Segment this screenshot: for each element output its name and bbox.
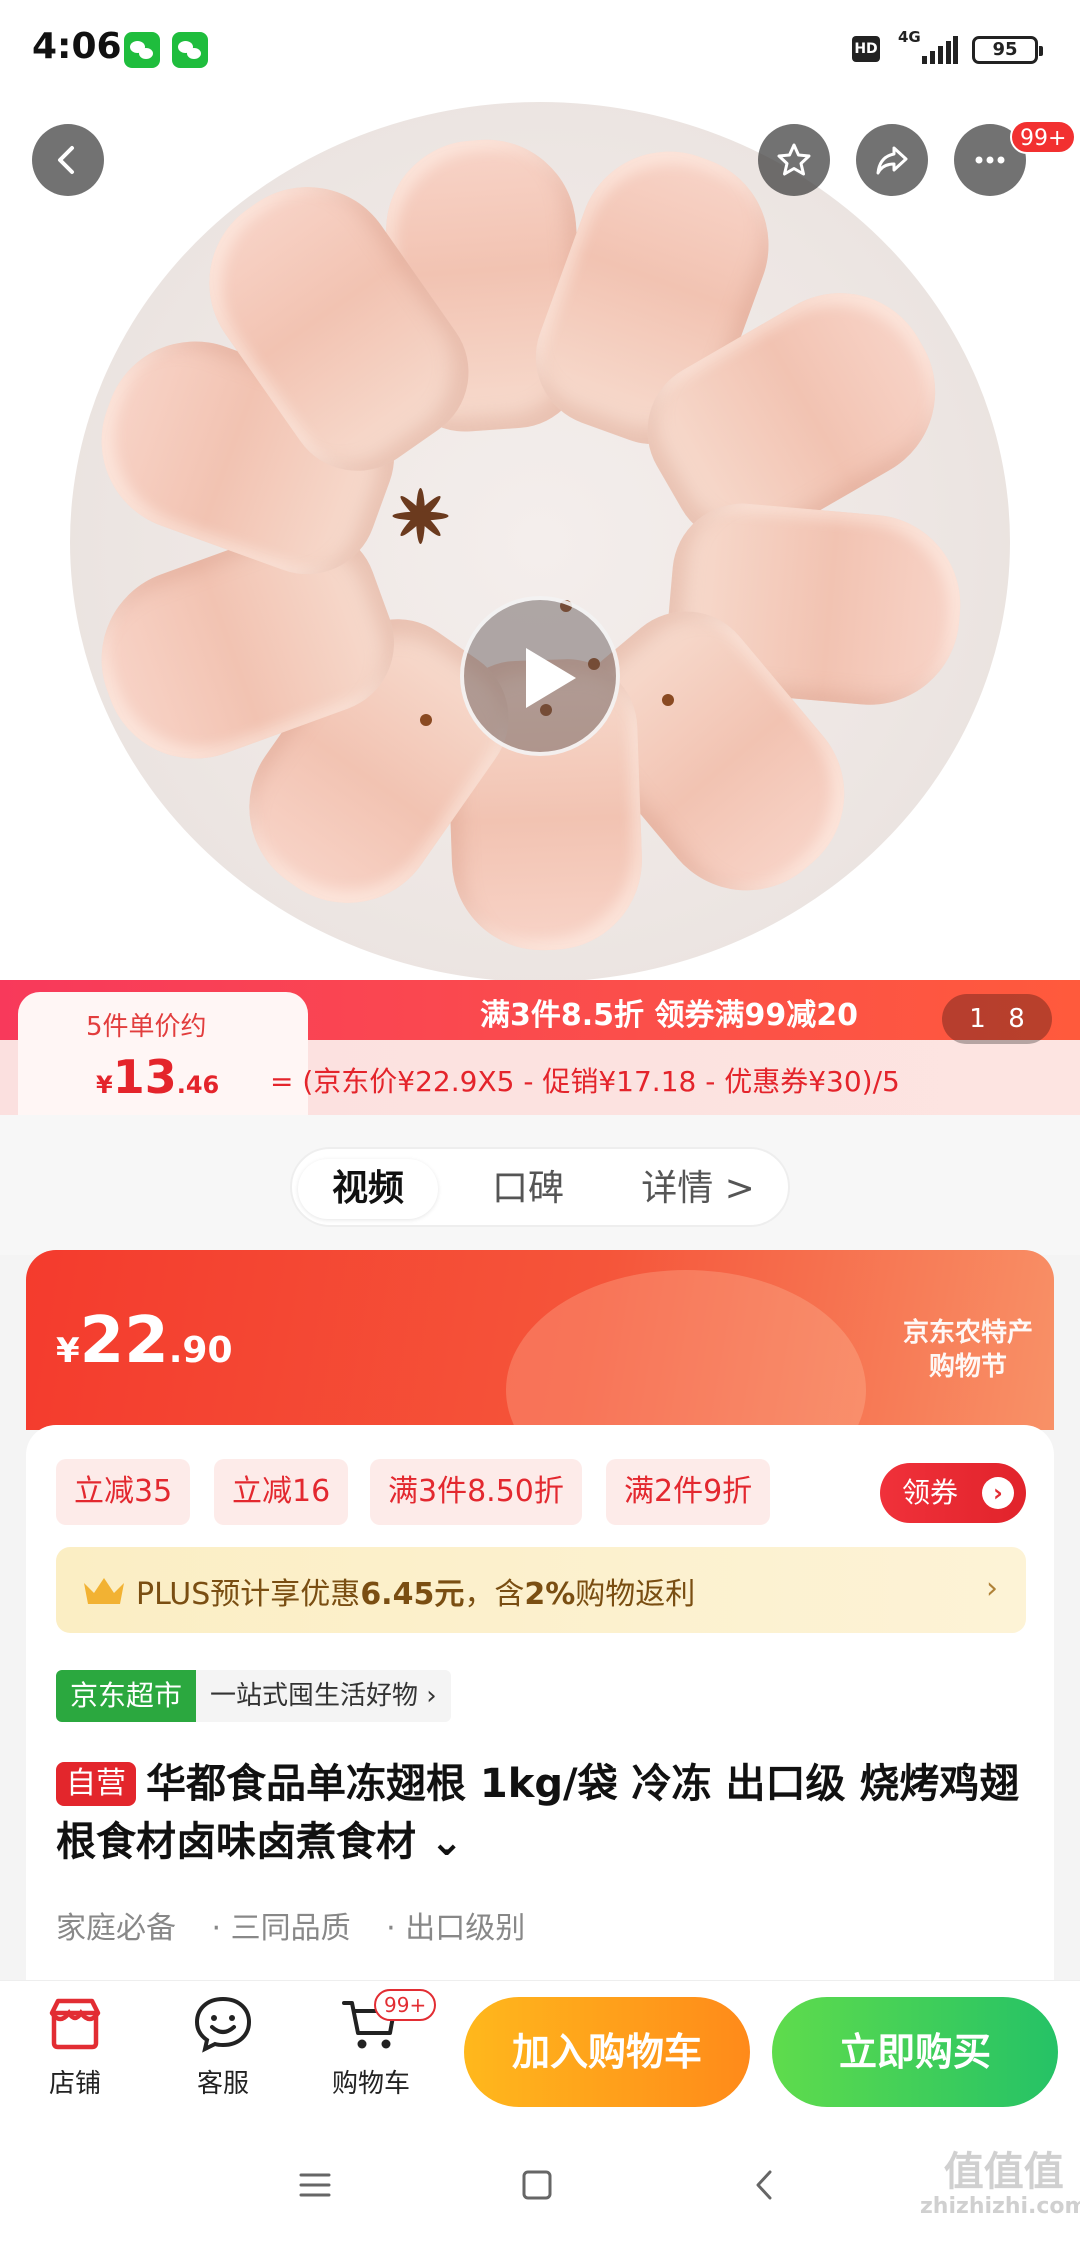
discount-chip[interactable]: 立减16 [214, 1459, 349, 1525]
supermarket-slogan: 一站式囤生活好物 › [196, 1670, 451, 1722]
unit-price-label: 5件单价约 [86, 1012, 207, 1042]
price-card: ¥22.90 京东农特产 购物节 [26, 1250, 1054, 1430]
tab-video[interactable]: 视频 [298, 1159, 438, 1219]
price-formula: = (京东价¥22.9X5 - 促销¥17.18 - 优惠券¥30)/5 [270, 1065, 900, 1098]
wechat-icon [124, 32, 160, 68]
play-video-button[interactable] [460, 596, 620, 756]
back-button[interactable] [32, 124, 104, 196]
discount-chip[interactable]: 满2件9折 [606, 1459, 771, 1525]
chevron-left-icon [58, 146, 74, 174]
square-icon [522, 2170, 552, 2200]
pager-total: 8 [1008, 1004, 1025, 1034]
cart-button[interactable]: 购物车 99+ [316, 1989, 437, 2100]
product-image[interactable] [0, 100, 1080, 980]
discount-chip[interactable]: 满3件8.50折 [370, 1459, 582, 1525]
festival-logo: 京东农特产 购物节 [902, 1318, 1033, 1382]
current-price: ¥22.90 [56, 1304, 233, 1378]
self-operated-tag: 自营 [56, 1762, 136, 1806]
unit-price: ¥13.46 [96, 1050, 220, 1104]
promo-title: 满3件8.5折 领券满99减20 [480, 998, 858, 1033]
product-title[interactable]: 自营 华都食品单冻翅根 1kg/袋 冷冻 出口级 烧烤鸡翅根食材卤味卤煮食材 ⌄ [56, 1755, 1026, 1871]
status-time: 4:06 [32, 26, 122, 67]
content-tabs: 视频 口碑 详情 > [290, 1147, 790, 1227]
menu-button[interactable] [280, 2150, 350, 2220]
cart-count-badge: 99+ [374, 1989, 437, 2021]
feature-item: · 出口级别 [386, 1911, 526, 1946]
jd-supermarket-tag[interactable]: 京东超市 一站式囤生活好物 › [56, 1670, 451, 1722]
chevron-right-icon: › [986, 1571, 998, 1606]
store-button[interactable]: 店铺 [20, 1991, 130, 2100]
home-button[interactable] [502, 2150, 572, 2220]
share-icon [876, 146, 908, 175]
tab-reviews[interactable]: 口碑 [458, 1159, 598, 1219]
system-back-button[interactable] [730, 2150, 800, 2220]
image-pager: 1 8 [942, 994, 1052, 1044]
star-icon [777, 143, 811, 176]
product-info-card: 立减35 立减16 满3件8.50折 满2件9折 领券 › PLUS预计享优惠6… [26, 1425, 1054, 2025]
get-coupon-button[interactable]: 领券 › [880, 1463, 1026, 1523]
buy-now-button[interactable]: 立即购买 [772, 1997, 1058, 2107]
battery-icon: 95 [972, 36, 1043, 64]
feature-item: 家庭必备 [56, 1911, 176, 1946]
crown-icon [84, 1578, 124, 1604]
status-bar: 4:06 HD 4G 95 [0, 0, 1080, 100]
store-icon [49, 1998, 101, 2050]
discount-chip[interactable]: 立减35 [56, 1459, 191, 1525]
plus-benefit-bar[interactable]: PLUS预计享优惠6.45元，含2%购物返利 › [56, 1547, 1026, 1633]
system-nav-bar [0, 2120, 1080, 2248]
more-dots-icon [975, 156, 1005, 164]
chevron-right-icon: › [982, 1477, 1014, 1509]
pager-current: 1 [969, 1004, 986, 1034]
wechat-icon [172, 32, 208, 68]
plus-benefit-text: PLUS预计享优惠6.45元，含2%购物返利 [136, 1577, 696, 1612]
feature-item: · 三同品质 [211, 1911, 351, 1946]
signal-icon [920, 36, 958, 64]
network-type: 4G [898, 28, 921, 46]
promo-banner[interactable]: 满3件8.5折 领券满99减20 5件单价约 ¥13.46 = (京东价¥22.… [0, 980, 1080, 1115]
watermark: 值值值 zhizhizhi.com [920, 2149, 1080, 2219]
hd-badge: HD [852, 36, 880, 62]
customer-service-button[interactable]: 客服 [168, 1991, 278, 2100]
tab-details[interactable]: 详情 > [618, 1159, 778, 1219]
star-anise [392, 488, 449, 544]
product-page: 4:06 HD 4G 95 99+ 满3件8.5折 领券满99减20 5件单价约… [0, 0, 1080, 2248]
add-to-cart-button[interactable]: 加入购物车 [464, 1997, 750, 2107]
feature-list: 家庭必备 · 三同品质 · 出口级别 [56, 1903, 551, 1947]
chevron-left-icon [756, 2170, 772, 2200]
favorite-button[interactable] [758, 124, 830, 196]
supermarket-label: 京东超市 [56, 1670, 197, 1722]
menu-icon [299, 2173, 331, 2197]
content-tabs-area: 视频 口碑 详情 > [0, 1115, 1080, 1255]
message-count-badge: 99+ [1010, 120, 1077, 154]
bottom-action-bar: 店铺 客服 购物车 99+ 加入购物车 立即购买 [0, 1980, 1080, 2120]
share-button[interactable] [856, 124, 928, 196]
chat-smile-icon [194, 1996, 252, 2053]
